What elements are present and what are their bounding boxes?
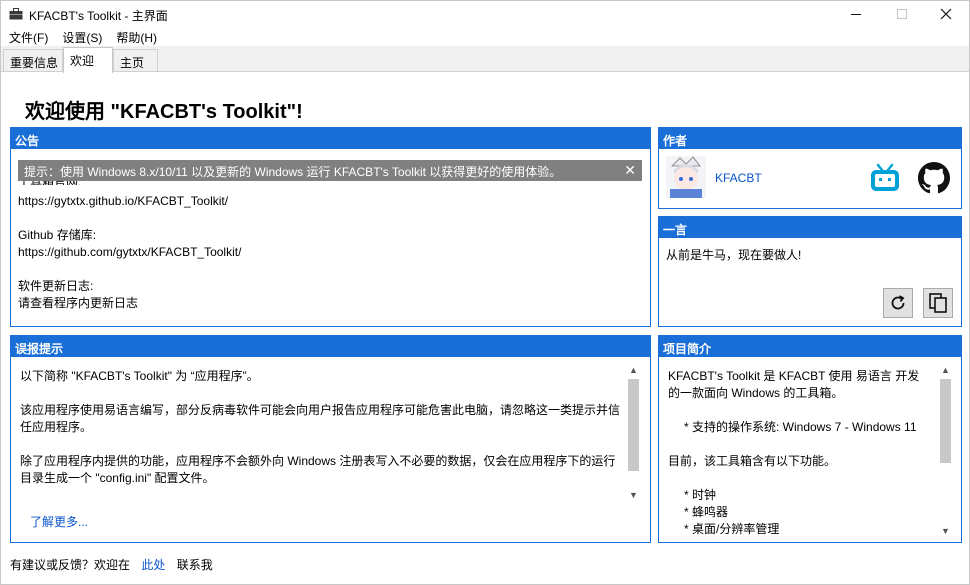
menu-help[interactable]: 帮助(H) <box>108 27 157 46</box>
maximize-button[interactable] <box>879 1 925 27</box>
project-panel: 项目简介 KFACBT's Toolkit 是 KFACBT 使用 易语言 开发… <box>658 335 962 543</box>
author-body: KFACBT <box>659 149 961 208</box>
repo-label: Github 存储库: <box>18 228 97 242</box>
announcement-title: 公告 <box>11 128 650 149</box>
fp-scrollbar[interactable]: ▲ ▼ <box>627 364 640 502</box>
copy-icon <box>929 293 947 313</box>
scroll-up-icon[interactable]: ▲ <box>939 364 952 377</box>
avatar <box>666 156 706 198</box>
notice-banner: 提示：使用 Windows 8.x/10/11 以及更新的 Windows 运行… <box>18 160 642 181</box>
toolbox-icon <box>9 8 23 20</box>
website-url[interactable]: https://gytxtx.github.io/KFACBT_Toolkit/ <box>18 193 228 210</box>
author-name[interactable]: KFACBT <box>715 170 762 187</box>
menu-file[interactable]: 文件(F) <box>1 27 48 46</box>
scroll-thumb[interactable] <box>628 379 639 471</box>
changelog-label: 软件更新日志: <box>18 279 94 293</box>
project-scrollbar[interactable]: ▲ ▼ <box>939 364 952 538</box>
page-title: 欢迎使用 "KFACBT's Toolkit"! <box>25 101 303 123</box>
copy-quote-button[interactable] <box>923 288 953 318</box>
feature-item: * 蜂鸣器 <box>684 505 729 519</box>
title-bar[interactable]: KFACBT's Toolkit - 主界面 <box>1 1 969 27</box>
notice-banner-text: 提示：使用 Windows 8.x/10/11 以及更新的 Windows 运行… <box>24 165 562 179</box>
window-title: KFACBT's Toolkit - 主界面 <box>29 9 168 23</box>
maximize-icon <box>897 9 907 19</box>
false-positive-body[interactable]: 以下简称 "KFACBT's Toolkit" 为 “应用程序”。 该应用程序使… <box>11 357 650 542</box>
menu-settings[interactable]: 设置(S) <box>54 27 102 46</box>
minimize-button[interactable] <box>833 1 879 27</box>
repo-url[interactable]: https://github.com/gytxtx/KFACBT_Toolkit… <box>18 244 241 261</box>
false-positive-panel: 误报提示 以下简称 "KFACBT's Toolkit" 为 “应用程序”。 该… <box>10 335 651 543</box>
scroll-down-icon[interactable]: ▼ <box>939 525 952 538</box>
quote-panel: 一言 从前是牛马，现在要做人! <box>658 216 962 327</box>
github-icon[interactable] <box>918 162 950 194</box>
feature-item: * 时钟 <box>684 488 717 502</box>
fp-paragraph-3: 除了应用程序内提供的功能，应用程序不会额外向 Windows 注册表写入不必要的… <box>20 454 616 485</box>
feedback-footer: 有建议或反馈？欢迎在 此处 联系我 <box>10 556 213 573</box>
minimize-icon <box>851 13 861 15</box>
scroll-up-icon[interactable]: ▲ <box>627 364 640 377</box>
feedback-prefix: 有建议或反馈？欢迎在 <box>10 558 131 572</box>
announcement-body: 工具箱官网: https://gytxtx.github.io/KFACBT_T… <box>11 149 650 326</box>
refresh-icon <box>891 295 905 310</box>
feedback-link[interactable]: 此处 <box>141 558 165 572</box>
author-title: 作者 <box>659 128 961 149</box>
fp-paragraph-2: 该应用程序使用易语言编写，部分反病毒软件可能会向用户报告应用程序可能危害此电脑，… <box>20 403 621 434</box>
tab-home[interactable]: 主页 <box>113 49 158 72</box>
tab-strip: 重要信息 欢迎 主页 <box>1 46 969 73</box>
feedback-suffix: 联系我 <box>176 558 213 572</box>
author-panel: 作者 KFACBT <box>658 127 962 209</box>
main-window: KFACBT's Toolkit - 主界面 文件(F) 设置(S) 帮助(H)… <box>0 0 970 585</box>
tab-welcome[interactable]: 欢迎 <box>63 47 113 73</box>
project-features-intro: 目前，该工具箱含有以下功能。 <box>668 454 837 468</box>
quote-body: 从前是牛马，现在要做人! <box>659 238 961 326</box>
close-icon <box>940 8 952 20</box>
fp-paragraph-1: 以下简称 "KFACBT's Toolkit" 为 “应用程序”。 <box>20 369 259 383</box>
project-os-line: * 支持的操作系统: Windows 7 - Windows 11 <box>684 420 917 434</box>
project-intro-line-1: KFACBT's Toolkit 是 KFACBT 使用 易语言 开发 <box>668 369 920 383</box>
tab-divider <box>1 71 969 72</box>
project-intro-line-2: 的一款面向 Windows 的工具箱。 <box>668 386 844 400</box>
scroll-down-icon[interactable]: ▼ <box>627 489 640 502</box>
quote-text: 从前是牛马，现在要做人! <box>666 248 802 262</box>
scroll-thumb[interactable] <box>940 379 951 463</box>
changelog-text: 请查看程序内更新日志 <box>18 296 139 310</box>
banner-close-icon[interactable]: ✕ <box>624 162 636 179</box>
feature-item: * 桌面/分辨率管理 <box>684 522 780 536</box>
project-body[interactable]: KFACBT's Toolkit 是 KFACBT 使用 易语言 开发 的一款面… <box>659 357 961 542</box>
bilibili-icon[interactable] <box>869 163 901 193</box>
quote-title: 一言 <box>659 217 961 238</box>
close-button[interactable] <box>923 1 969 27</box>
learn-more-link[interactable]: 了解更多... <box>30 514 88 531</box>
refresh-quote-button[interactable] <box>883 288 913 318</box>
menu-bar: 文件(F) 设置(S) 帮助(H) <box>1 27 969 46</box>
project-title: 项目简介 <box>659 336 961 357</box>
announcement-panel: 公告 工具箱官网: https://gytxtx.github.io/KFACB… <box>10 127 651 327</box>
tab-important-info[interactable]: 重要信息 <box>3 49 63 72</box>
false-positive-title: 误报提示 <box>11 336 650 357</box>
